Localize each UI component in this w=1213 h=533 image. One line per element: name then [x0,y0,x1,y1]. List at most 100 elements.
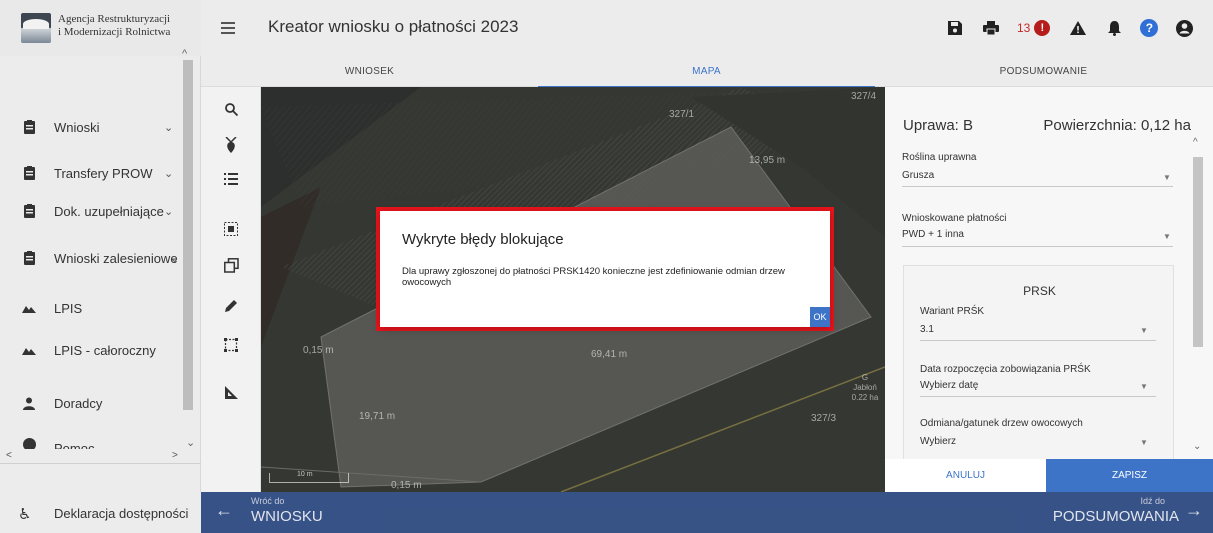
select-area-icon[interactable] [221,219,241,239]
sidebar-item-label: Wnioski zalesieniowe [54,250,178,266]
scroll-left-icon[interactable]: < [6,450,12,461]
print-icon[interactable] [981,18,1001,38]
crop-details-panel: Uprawa: B Powierzchnia: 0,12 ha Roślina … [885,87,1213,492]
document-icon [22,251,36,265]
chevron-down-icon: ⌄ [164,205,174,218]
sidebar-horizontal-scrollbar[interactable]: < > [0,450,186,463]
field-label: Wariant PRŚK [920,306,985,317]
error-count-badge[interactable]: 13 [1017,21,1030,35]
prsk-section: PRSK Wariant PRŚK 3.1 ▼ Data rozpoczęcia… [903,265,1174,465]
map-label: 327/4 [851,91,877,102]
field-underline [920,340,1156,341]
page-title: Kreator wniosku o płatności 2023 [268,17,519,36]
sidebar-item-lpis-caloroczny[interactable]: LPIS - całoroczny [0,327,182,373]
accessibility-declaration-link[interactable]: ♿ Deklaracja dostępności [0,492,201,533]
prsk-variant-select[interactable]: 3.1 [920,324,934,335]
sidebar-item-lpis[interactable]: LPIS [0,285,182,331]
crop-plant-select[interactable]: Grusza [902,170,934,181]
logo-line-2: i Modernizacji Rolnictwa [58,26,171,38]
field-underline [902,186,1173,187]
cancel-button[interactable]: ANULUJ [885,459,1046,492]
crop-area: Powierzchnia: 0,12 ha [1043,117,1191,134]
prsk-start-date-picker[interactable]: Wybierz datę [920,380,978,391]
map-toolbar [201,87,261,492]
accessibility-label: Deklaracja dostępności [54,506,189,521]
map-label: 327/3 [811,413,837,424]
map-label: 19,71 m [359,411,396,422]
sidebar-item-label: LPIS - całoroczny [54,342,156,358]
map-label: 327/1 [669,109,695,120]
payments-select[interactable]: PWD + 1 inna [902,229,964,240]
chevron-down-icon: ⌄ [170,252,180,265]
ok-button[interactable]: OK [810,307,830,327]
sidebar-item-pomoc[interactable]: Pomoc [0,425,182,449]
person-icon [22,396,36,410]
scroll-up-icon[interactable]: ^ [1193,137,1198,148]
save-icon[interactable] [945,18,965,38]
panel-scrollbar[interactable]: ^ ⌄ [1193,137,1203,459]
edit-icon[interactable] [221,295,241,315]
plant-icon[interactable] [221,135,241,155]
divider [0,463,201,464]
list-icon[interactable] [221,169,241,189]
dialog-message: Dla uprawy zgłoszonej do płatności PRSK1… [402,266,785,288]
document-icon [22,166,36,180]
field-label: Odmiana/gatunek drzew owocowych [920,418,1083,429]
back-to-application-link[interactable]: WNIOSKU [251,508,323,525]
document-icon [22,204,36,218]
sidebar-scrollbar[interactable] [183,60,193,410]
sidebar-item-dok-uzupelniajace[interactable]: Dok. uzupełniające ⌄ [0,188,182,234]
sidebar-item-label: Transfery PROW [54,165,153,181]
copy-icon[interactable] [221,255,241,275]
sidebar: Agencja Restrukturyzacji i Modernizacji … [0,0,201,533]
menu-icon[interactable] [221,22,235,34]
accessibility-icon: ♿ [18,506,32,523]
account-icon[interactable] [1174,18,1194,38]
wizard-navigation: ← Wróć do WNIOSKU Idź do PODSUMOWANIA → [201,492,1213,533]
arimr-logo [21,13,51,43]
sidebar-item-label: Doradcy [54,395,103,411]
arrow-right-icon[interactable]: → [1185,500,1203,521]
bell-icon[interactable] [1104,18,1124,38]
forward-caption: Idź do [1140,496,1165,506]
logo-bar: Agencja Restrukturyzacji i Modernizacji … [0,0,201,56]
tab-wniosek[interactable]: WNIOSEK [201,56,538,87]
parcel-label-line: Jabłoń [853,383,877,392]
search-icon[interactable] [221,99,241,119]
scrollbar-thumb[interactable] [1193,157,1203,347]
error-icon[interactable]: ! [1034,20,1051,36]
sidebar-item-label: Pomoc [54,441,95,449]
arrow-left-icon[interactable]: ← [215,500,233,521]
fruit-tree-variety-select[interactable]: Wybierz [920,436,956,447]
app-header: Kreator wniosku o płatności 2023 13 ! ? [201,0,1213,56]
sidebar-item-label: Wnioski [54,119,100,135]
warning-icon[interactable] [1068,18,1088,38]
scroll-down-icon[interactable]: ⌄ [1193,441,1201,452]
tab-mapa[interactable]: MAPA [538,56,875,88]
sidebar-item-wnioski[interactable]: Wnioski ⌄ [0,104,182,150]
tab-podsumowanie[interactable]: PODSUMOWANIE [875,56,1212,87]
sidebar-item-wnioski-zalesieniowe[interactable]: Wnioski zalesieniowe ⌄ [0,235,182,281]
save-button[interactable]: ZAPISZ [1046,459,1213,492]
scroll-right-icon[interactable]: > [172,450,178,461]
dialog-title: Wykryte błędy blokujące [402,231,564,248]
scale-label: 10 m [297,471,313,478]
sidebar-scroll-down-icon[interactable]: ⌄ [186,436,195,449]
blocking-errors-dialog: Wykryte błędy blokujące Dla uprawy zgłos… [380,211,830,327]
measure-icon[interactable] [221,382,241,402]
map-label: 0,15 m [303,345,334,356]
dialog-highlight-frame: Wykryte błędy blokujące Dla uprawy zgłos… [376,207,834,331]
back-caption: Wróć do [251,496,285,506]
sidebar-item-doradcy[interactable]: Doradcy [0,380,182,426]
logo-text: Agencja Restrukturyzacji i Modernizacji … [58,13,170,39]
help-icon[interactable]: ? [1140,19,1159,37]
chevron-down-icon: ⌄ [164,167,174,180]
map-label: 13,95 m [749,155,786,166]
sidebar-scroll-up-icon[interactable]: ^ [182,48,187,60]
terrain-icon [22,301,36,315]
go-to-summary-link[interactable]: PODSUMOWANIA [1053,508,1179,525]
dropdown-arrow-icon: ▼ [1140,438,1148,447]
parcel-label-line: G [861,373,869,382]
document-icon [22,120,36,134]
draw-polygon-icon[interactable] [221,335,241,355]
